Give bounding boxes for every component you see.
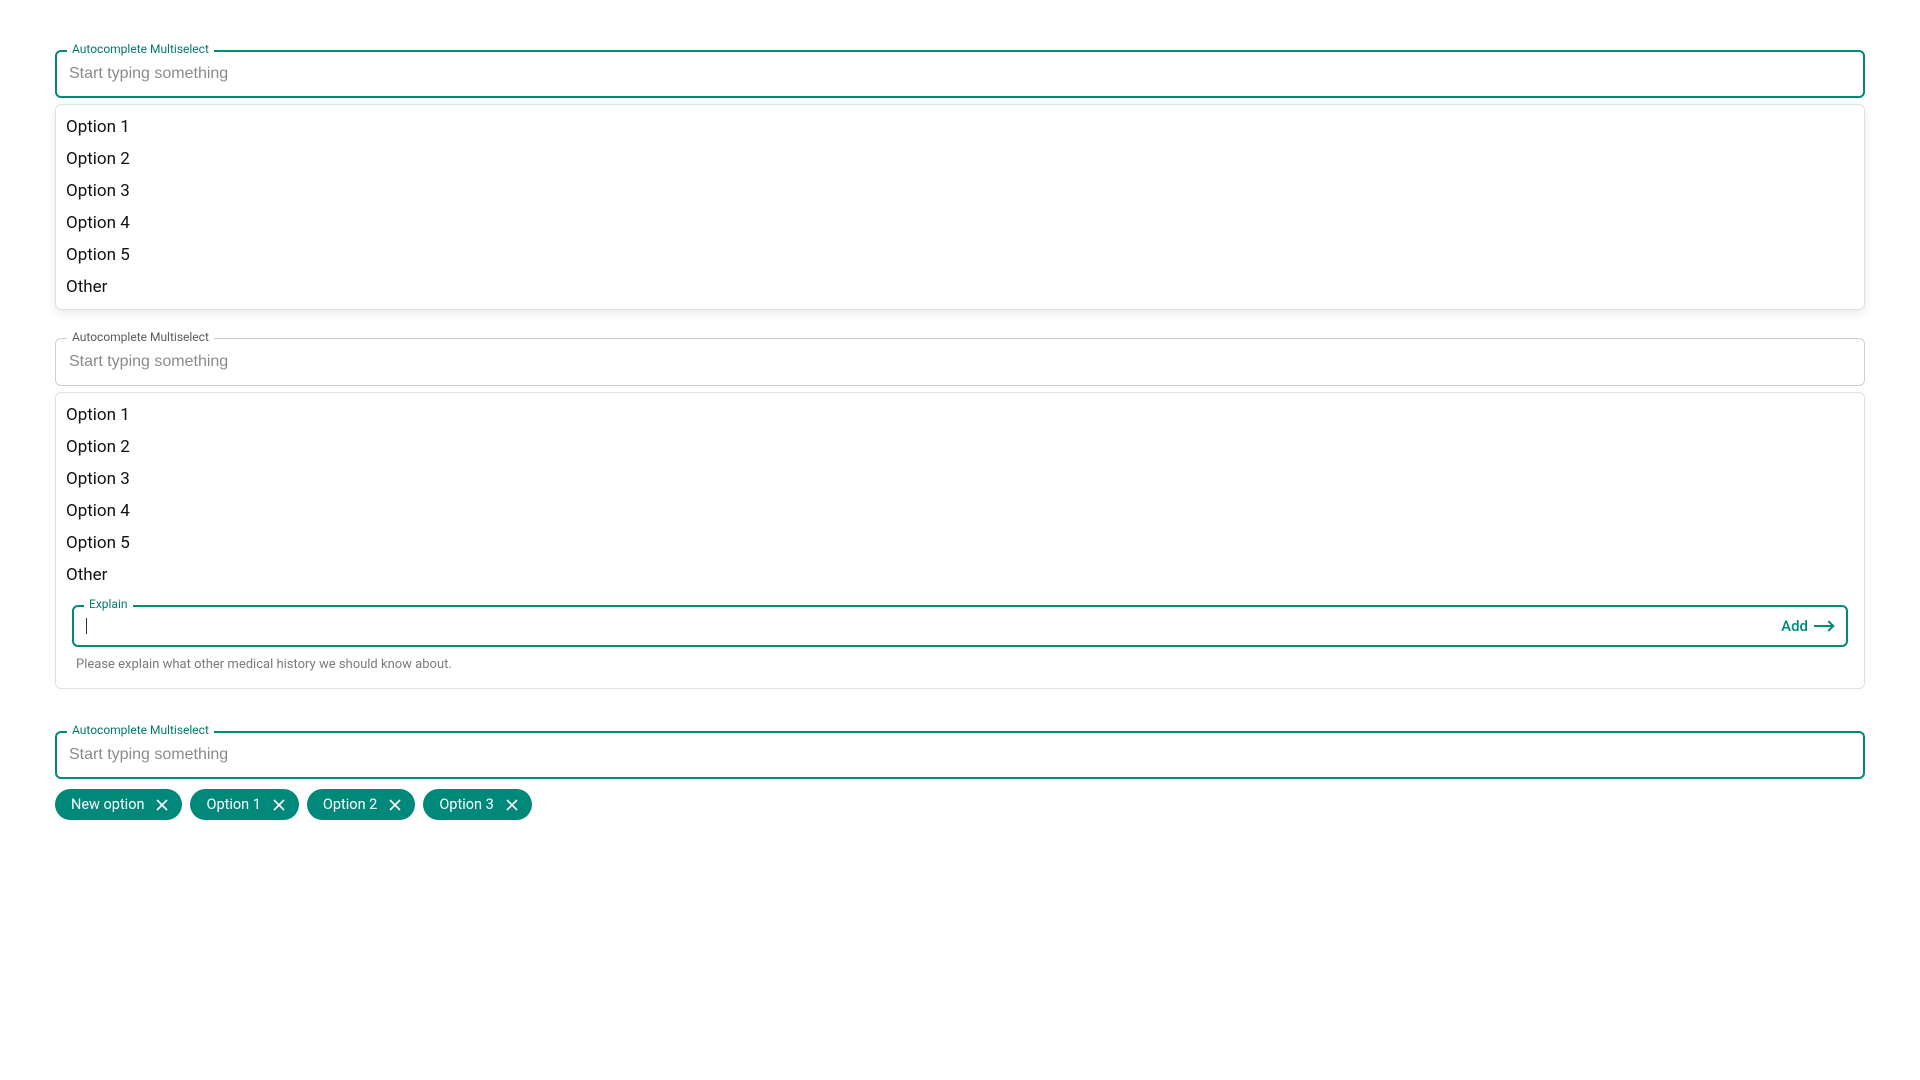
multiselect-3-label: Autocomplete Multiselect [67,723,214,737]
chip-label: Option 3 [439,796,493,813]
option-item[interactable]: Option 5 [56,239,1864,271]
multiselect-3-input[interactable] [55,731,1865,779]
option-item[interactable]: Option 1 [56,111,1864,143]
option-item[interactable]: Option 4 [56,495,1864,527]
multiselect-2-dropdown: Option 1 Option 2 Option 3 Option 4 Opti… [55,392,1865,689]
arrow-right-icon [1814,625,1832,627]
explain-label: Explain [84,597,133,611]
multiselect-1-label: Autocomplete Multiselect [67,42,214,56]
multiselect-1-dropdown: Option 1 Option 2 Option 3 Option 4 Opti… [55,104,1865,310]
option-item[interactable]: Option 2 [56,431,1864,463]
multiselect-3: Autocomplete Multiselect [55,731,1865,779]
explain-input-row: Add [72,605,1848,647]
multiselect-2-input[interactable] [55,338,1865,386]
option-item[interactable]: Option 5 [56,527,1864,559]
multiselect-1: Autocomplete Multiselect [55,50,1865,98]
explain-input[interactable] [87,618,1781,635]
chip: Option 1 [190,789,298,820]
chip: New option [55,789,182,820]
close-icon[interactable] [387,797,403,813]
option-item[interactable]: Other [56,271,1864,303]
chip-label: Option 2 [323,796,377,813]
explain-section: Explain Add Please explain what other me… [56,591,1864,672]
add-button[interactable]: Add [1781,617,1832,635]
multiselect-2-label: Autocomplete Multiselect [67,330,214,344]
multiselect-1-input[interactable] [55,50,1865,98]
option-item[interactable]: Other [56,559,1864,591]
explain-helper-text: Please explain what other medical histor… [72,647,1848,672]
option-item[interactable]: Option 3 [56,175,1864,207]
close-icon[interactable] [271,797,287,813]
option-item[interactable]: Option 4 [56,207,1864,239]
option-item[interactable]: Option 3 [56,463,1864,495]
close-icon[interactable] [504,797,520,813]
option-item[interactable]: Option 2 [56,143,1864,175]
chip: Option 3 [423,789,531,820]
chip: Option 2 [307,789,415,820]
option-item[interactable]: Option 1 [56,399,1864,431]
close-icon[interactable] [154,797,170,813]
multiselect-2: Autocomplete Multiselect [55,338,1865,386]
chips-row: New option Option 1 Option 2 Option 3 [55,789,1865,820]
chip-label: New option [71,796,144,813]
chip-label: Option 1 [206,796,260,813]
add-button-label: Add [1781,617,1808,635]
